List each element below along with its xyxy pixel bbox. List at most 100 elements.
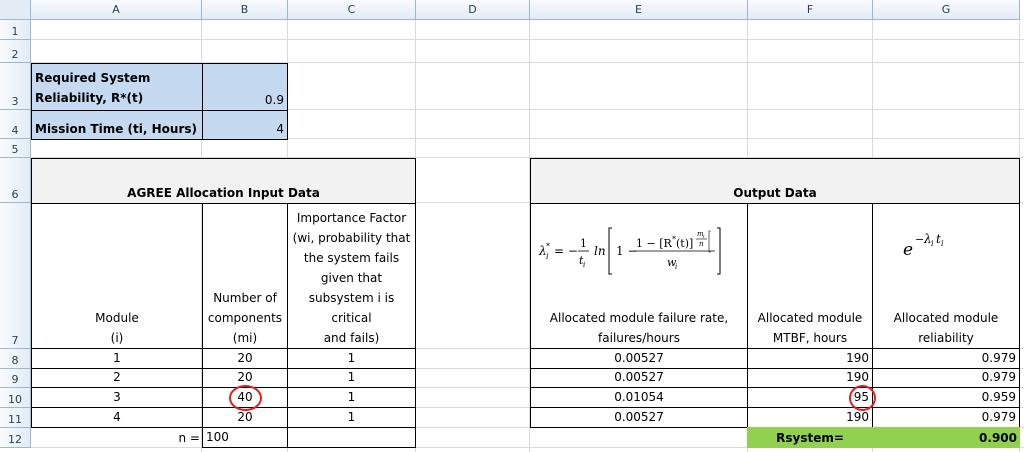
importance-header-line6: critical <box>331 311 372 325</box>
reliability-cell[interactable]: 0.959 <box>872 387 1020 408</box>
row-header-2[interactable]: 2 <box>0 40 31 63</box>
input-table-title[interactable]: AGREE Allocation Input Data <box>31 158 416 204</box>
module-header-line2: (i) <box>110 331 124 345</box>
lambda-formula: λ i * = − 1 t i ln 1 − 1 − [R * (t)] m i… <box>538 227 721 275</box>
gridline <box>31 39 1024 40</box>
reliability-header-line1: Allocated module <box>893 311 999 325</box>
row-header-11[interactable]: 11 <box>0 408 31 428</box>
failure-rate-header-cell[interactable]: λ i * = − 1 t i ln 1 − 1 − [R * (t)] m i… <box>530 203 748 349</box>
row-header-12[interactable]: 12 <box>0 428 31 448</box>
svg-text:(t)]: (t)] <box>676 237 693 250</box>
svg-text:i: i <box>675 263 677 271</box>
reliability-cell[interactable]: 0.979 <box>872 348 1020 369</box>
row-header-3[interactable]: 3 <box>0 63 31 110</box>
importance-header-text: Importance Factor (wi, probability that … <box>288 208 415 348</box>
svg-text:1 − [R: 1 − [R <box>636 237 673 250</box>
importance-header-line2: (wi, probability that <box>292 231 411 245</box>
row-header-7[interactable]: 7 <box>0 203 31 349</box>
module-header-text: Module (i) <box>32 308 202 348</box>
svg-text:= −: = − <box>554 244 578 258</box>
importance-cell[interactable]: 1 <box>287 368 416 388</box>
reliability-header-cell[interactable]: e − λ i t i Allocated module reliability <box>872 203 1020 349</box>
failure-rate-header-text: Allocated module failure rate, failures/… <box>531 308 747 348</box>
row-header-4[interactable]: 4 <box>0 110 31 139</box>
reliability-formula: e − λ i t i <box>903 232 944 260</box>
module-cell[interactable]: 3 <box>31 387 203 408</box>
components-cell[interactable]: 20 <box>202 348 288 369</box>
mission-time-label[interactable]: Mission Time (ti, Hours) <box>31 110 203 140</box>
mtbf-header-line2: MTBF, hours <box>772 331 848 345</box>
components-header-line1: Number of <box>213 291 277 305</box>
mtbf-cell[interactable]: 190 <box>747 407 873 428</box>
svg-text:e: e <box>903 240 913 260</box>
required-reliability-value[interactable]: 0.9 <box>202 63 288 111</box>
svg-text:i: i <box>546 252 549 261</box>
column-header-c[interactable]: C <box>288 0 416 20</box>
module-header-line1: Module <box>95 311 139 325</box>
importance-header-line1: Importance Factor <box>296 211 407 225</box>
n-total-label[interactable]: n = <box>31 427 202 448</box>
mtbf-header-line1: Allocated module <box>757 311 863 325</box>
rsystem-label[interactable]: Rsystem= <box>747 427 873 448</box>
column-header-f[interactable]: F <box>748 0 873 20</box>
rsystem-value[interactable]: 0.900 <box>872 427 1020 448</box>
failure-rate-header-line2: failures/hours <box>598 331 680 345</box>
empty-cell[interactable] <box>287 427 416 448</box>
row-header-10[interactable]: 10 <box>0 388 31 408</box>
select-all-corner[interactable] <box>0 0 31 20</box>
components-header-line2: components <box>207 311 283 325</box>
importance-cell[interactable]: 1 <box>287 348 416 369</box>
importance-header-cell[interactable]: Importance Factor (wi, probability that … <box>287 203 416 349</box>
column-header-b[interactable]: B <box>202 0 288 20</box>
required-label-line1: Required System <box>35 71 151 85</box>
column-header-e[interactable]: E <box>530 0 748 20</box>
column-header-a[interactable]: A <box>31 0 202 20</box>
importance-cell[interactable]: 1 <box>287 407 416 428</box>
svg-text:ln: ln <box>594 244 606 258</box>
components-header-cell[interactable]: Number of components (mi) <box>202 203 288 349</box>
mission-time-value[interactable]: 4 <box>202 110 288 140</box>
failure-rate-cell[interactable]: 0.01054 <box>530 387 748 408</box>
svg-text:1: 1 <box>580 237 587 250</box>
reliability-cell[interactable]: 0.979 <box>872 368 1020 388</box>
required-reliability-label-cell[interactable]: Required System Reliability, R*(t) <box>31 63 203 111</box>
importance-cell[interactable]: 1 <box>287 387 416 408</box>
importance-header-line3: the system fails <box>303 251 400 265</box>
column-header-g[interactable]: G <box>873 0 1020 20</box>
row-header-1[interactable]: 1 <box>0 20 31 40</box>
mtbf-header-text: Allocated module MTBF, hours <box>748 308 872 348</box>
reliability-header-text: Allocated module reliability <box>873 308 1019 348</box>
module-cell[interactable]: 2 <box>31 368 203 388</box>
importance-header-line4: given that <box>320 271 383 285</box>
svg-text:i: i <box>583 261 585 269</box>
importance-header-line5: subsystem i is <box>308 291 395 305</box>
mtbf-cell[interactable]: 190 <box>747 348 873 369</box>
mtbf-header-cell[interactable]: Allocated module MTBF, hours <box>747 203 873 349</box>
failure-rate-cell[interactable]: 0.00527 <box>530 348 748 369</box>
module-header-cell[interactable]: Module (i) <box>31 203 203 349</box>
column-header-d[interactable]: D <box>416 0 530 20</box>
components-header-text: Number of components (mi) <box>203 288 287 348</box>
reliability-cell[interactable]: 0.979 <box>872 407 1020 428</box>
row-header-6[interactable]: 6 <box>0 158 31 203</box>
importance-header-line7: and fails) <box>323 331 380 345</box>
output-table-title[interactable]: Output Data <box>530 158 1020 204</box>
row-header-8[interactable]: 8 <box>0 349 31 369</box>
failure-rate-cell[interactable]: 0.00527 <box>530 407 748 428</box>
row-header-5[interactable]: 5 <box>0 139 31 158</box>
failure-rate-cell[interactable]: 0.00527 <box>530 368 748 388</box>
module-cell[interactable]: 4 <box>31 407 203 428</box>
reliability-header-line2: reliability <box>918 331 974 345</box>
components-header-line3: (mi) <box>232 331 258 345</box>
row-header-9[interactable]: 9 <box>0 369 31 388</box>
svg-text:i: i <box>931 239 934 248</box>
mtbf-cell[interactable]: 190 <box>747 368 873 388</box>
svg-text:i: i <box>941 239 944 248</box>
spreadsheet: A B C D E F G 1 2 3 4 5 6 7 8 9 10 11 12… <box>0 0 1024 452</box>
n-total-value[interactable]: 100 <box>202 427 288 448</box>
failure-rate-header-line1: Allocated module failure rate, <box>549 311 729 325</box>
module-cell[interactable]: 1 <box>31 348 203 369</box>
required-label-line2: Reliability, R*(t) <box>35 91 144 105</box>
highlight-circle <box>229 385 262 411</box>
svg-text:−: − <box>915 233 924 246</box>
